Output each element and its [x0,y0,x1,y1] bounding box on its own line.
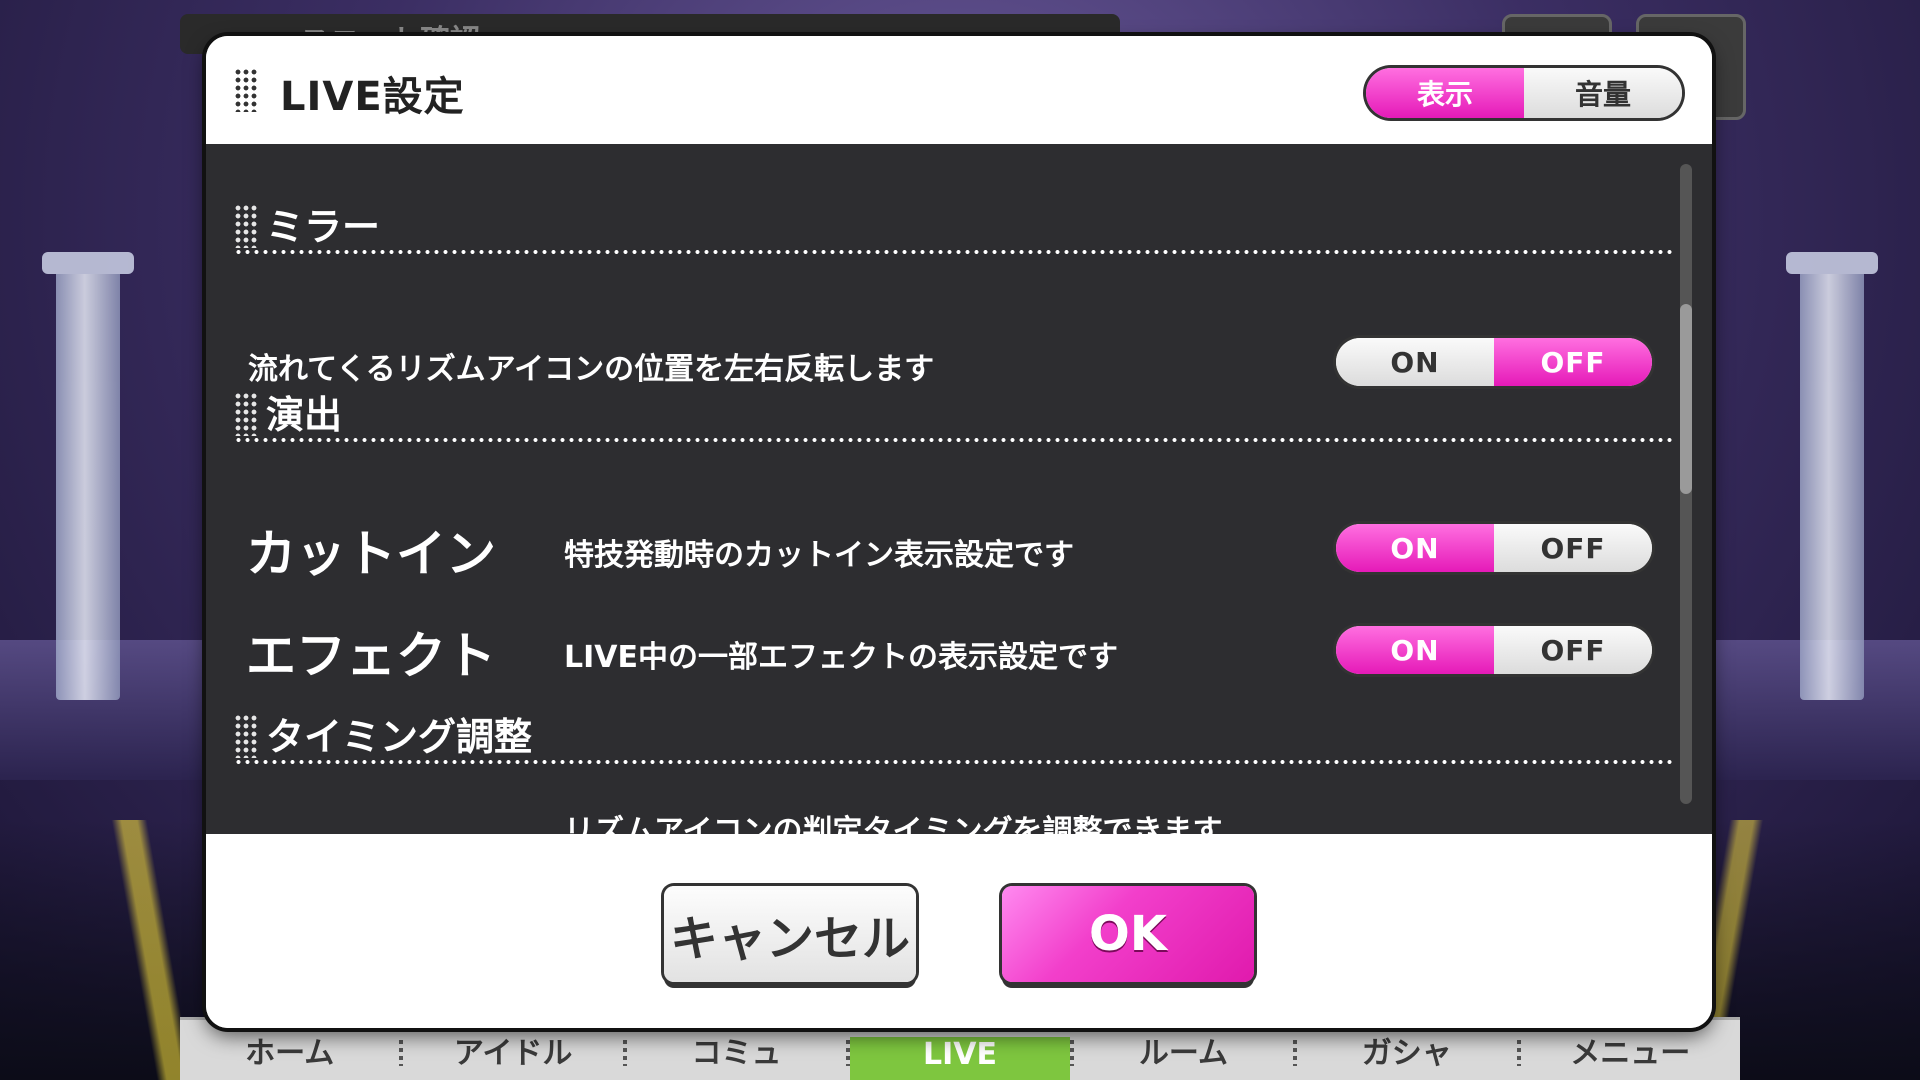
timing-description: リズムアイコンの判定タイミングを調整できます [564,814,1223,834]
scrollbar-thumb[interactable] [1680,304,1692,494]
stage-pillar [1786,252,1878,700]
dialog-footer: キャンセル OK [206,834,1712,1028]
effect-label: エフェクト [246,627,496,685]
settings-panel: ミラー 流れてくるリズムアイコンの位置を左右反転します ON OFF 演出 カッ… [206,144,1712,834]
tab-volume[interactable]: 音量 [1524,68,1682,118]
settings-tab-switch: 表示 音量 [1366,68,1682,118]
nav-gacha[interactable]: ガシャ [1297,1028,1516,1080]
cutin-label: カットイン [246,525,496,583]
dotted-divider [234,438,1674,442]
nav-idol[interactable]: アイドル [403,1028,622,1080]
effect-on-button[interactable]: ON [1336,626,1494,674]
grip-icon [234,68,258,112]
mirror-toggle: ON OFF [1336,338,1652,386]
effect-description: LIVE中の一部エフェクトの表示設定です [564,640,1118,675]
dialog-title: LIVE設定 [280,74,465,120]
cancel-button[interactable]: キャンセル [664,886,916,982]
nav-home[interactable]: ホーム [180,1028,399,1080]
nav-room[interactable]: ルーム [1074,1028,1293,1080]
cutin-off-button[interactable]: OFF [1494,524,1652,572]
effect-off-button[interactable]: OFF [1494,626,1652,674]
live-settings-dialog: LIVE設定 表示 音量 ミラー 流れてくるリズムアイコンの位置を左右反転します… [206,36,1712,1028]
cutin-description: 特技発動時のカットイン表示設定です [564,538,1074,573]
nav-menu[interactable]: メニュー [1521,1028,1740,1080]
dialog-header: LIVE設定 表示 音量 [206,36,1712,144]
scrollbar[interactable] [1680,164,1692,804]
cutin-toggle: ON OFF [1336,524,1652,572]
grip-icon [234,714,258,758]
grip-icon [234,392,258,436]
stage-pillar [42,252,134,700]
effect-toggle: ON OFF [1336,626,1652,674]
mirror-description: 流れてくるリズムアイコンの位置を左右反転します [248,352,935,387]
dotted-divider [234,250,1674,254]
mirror-on-button[interactable]: ON [1336,338,1494,386]
mirror-off-button[interactable]: OFF [1494,338,1652,386]
cutin-on-button[interactable]: ON [1336,524,1494,572]
nav-live[interactable]: LIVE [850,1037,1070,1080]
section-title-effects: 演出 [266,393,343,437]
section-title-timing: タイミング調整 [266,715,533,759]
nav-commu[interactable]: コミュ [627,1028,846,1080]
ok-button[interactable]: OK [1002,886,1254,982]
section-title-mirror: ミラー [266,205,381,249]
grip-icon [234,204,258,248]
dotted-divider [234,760,1674,764]
tab-display[interactable]: 表示 [1366,68,1524,118]
